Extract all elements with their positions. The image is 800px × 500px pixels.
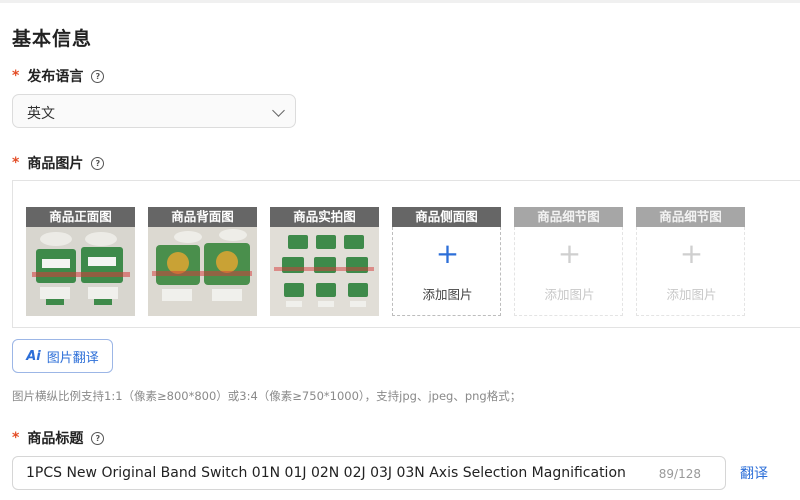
product-photo-image (26, 227, 135, 316)
ai-icon: Ai (26, 348, 41, 364)
required-marker: * (12, 155, 20, 171)
help-icon[interactable]: ? (91, 156, 105, 170)
title-field-label: * 商品标题 ? (12, 428, 105, 448)
plus-icon: + (435, 237, 460, 270)
product-photo-real (270, 227, 379, 316)
image-translate-label: 图片翻译 (46, 350, 99, 366)
top-divider (0, 0, 800, 3)
title-translate-link[interactable]: 翻译 (740, 463, 768, 483)
image-upload-area: 商品正面图 商品背面图 商品实拍图 商品侧面图 + 添加图片 商品细节图 + 添… (12, 180, 800, 328)
add-image-dropzone[interactable]: + 添加图片 (392, 227, 501, 316)
required-marker: * (12, 430, 20, 446)
language-select-value: 英文 (27, 106, 55, 122)
add-image-dropzone-disabled: + 添加图片 (514, 227, 623, 316)
product-photo-back (148, 227, 257, 316)
image-slot-real[interactable]: 商品实拍图 (270, 207, 379, 316)
image-slot-front[interactable]: 商品正面图 (26, 207, 135, 316)
language-select[interactable]: 英文 (12, 94, 296, 128)
image-slot-label: 商品实拍图 (270, 207, 379, 227)
character-count: 89/128 (658, 467, 701, 481)
product-title-input[interactable]: 1PCS New Original Band Switch 01N 01J 02… (12, 456, 726, 490)
image-slot-detail-1: 商品细节图 + 添加图片 (514, 207, 623, 316)
image-slot-detail-2: 商品细节图 + 添加图片 (636, 207, 745, 316)
image-format-hint: 图片横纵比例支持1:1（像素≥800*800）或3:4（像素≥750*1000）… (12, 389, 522, 403)
image-slot-label: 商品背面图 (148, 207, 257, 227)
image-slot-back[interactable]: 商品背面图 (148, 207, 257, 316)
product-photo-image (148, 227, 257, 316)
image-slot-label: 商品细节图 (636, 207, 745, 227)
help-icon[interactable]: ? (91, 69, 105, 83)
product-photo-image (270, 227, 379, 316)
chevron-down-icon (272, 104, 285, 117)
image-slot-label: 商品正面图 (26, 207, 135, 227)
product-title-value: 1PCS New Original Band Switch 01N 01J 02… (26, 465, 626, 481)
help-icon[interactable]: ? (91, 431, 105, 445)
product-photo-front (26, 227, 135, 316)
image-translate-button[interactable]: Ai 图片翻译 (12, 339, 113, 373)
add-image-label: 添加图片 (422, 287, 473, 302)
add-image-label: 添加图片 (666, 287, 717, 302)
add-image-label: 添加图片 (544, 287, 595, 302)
images-label: 商品图片 (27, 156, 84, 172)
title-label: 商品标题 (27, 431, 84, 447)
plus-icon: + (679, 237, 704, 270)
image-slot-label: 商品侧面图 (392, 207, 501, 227)
required-marker: * (12, 68, 20, 84)
image-slot-label: 商品细节图 (514, 207, 623, 227)
image-slot-side[interactable]: 商品侧面图 + 添加图片 (392, 207, 501, 316)
plus-icon: + (557, 237, 582, 270)
language-field-label: * 发布语言 ? (12, 66, 105, 86)
add-image-dropzone-disabled: + 添加图片 (636, 227, 745, 316)
language-label: 发布语言 (27, 69, 84, 85)
section-title: 基本信息 (12, 28, 93, 50)
images-field-label: * 商品图片 ? (12, 153, 105, 173)
